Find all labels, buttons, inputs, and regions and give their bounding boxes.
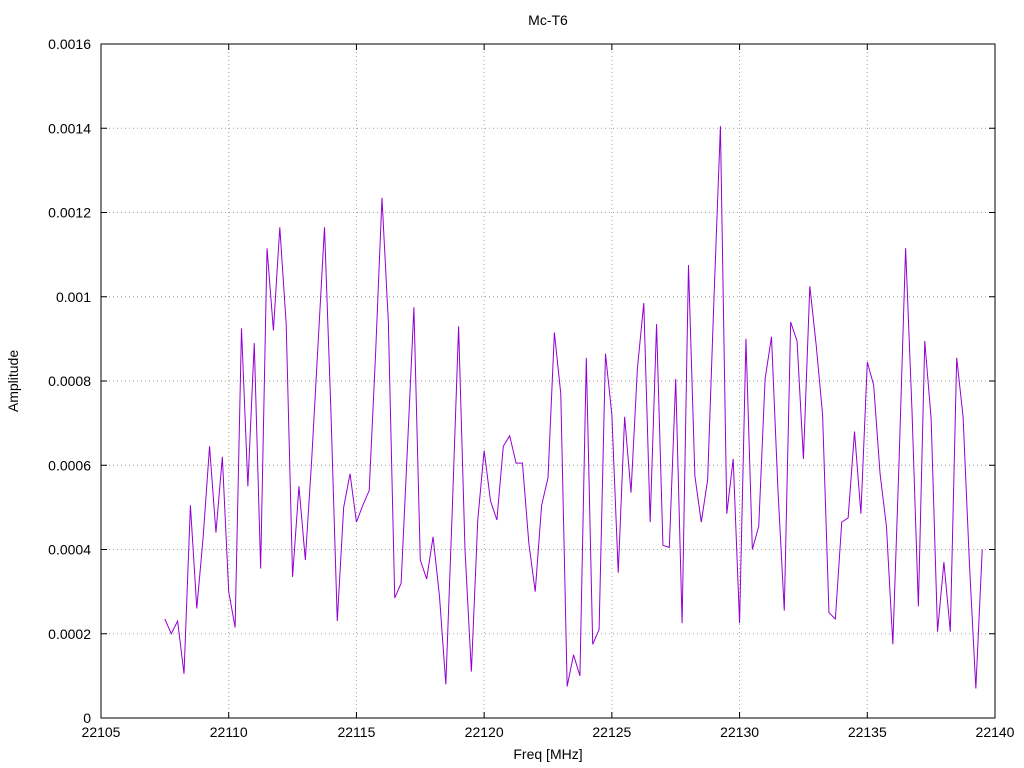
x-tick-label: 22135 (848, 724, 887, 740)
x-tick-label: 22115 (337, 724, 375, 740)
y-tick-label: 0.0012 (48, 205, 91, 221)
x-tick-label: 22130 (720, 724, 759, 740)
series-line (164, 126, 983, 689)
y-axis-label: Amplitude (5, 350, 21, 412)
x-axis-label: Freq [MHz] (513, 746, 582, 762)
y-tick-label: 0.0008 (48, 373, 91, 389)
y-tick-label: 0.0014 (48, 120, 91, 136)
y-tick-label: 0.0002 (48, 626, 91, 642)
x-tick-label: 22125 (592, 724, 631, 740)
x-tick-label: 22120 (465, 724, 504, 740)
chart: 22105 22110 22115 22120 22125 22130 22135 22140… (5, 12, 1015, 762)
x-tick-label: 22105 (82, 724, 121, 740)
chart-title: Mc-T6 (528, 12, 568, 28)
y-tick-label: 0.0006 (48, 457, 91, 473)
x-tick-labels: 22105 22110 22115 22120 22125 22130 22135 22140 (82, 724, 1015, 740)
y-tick-label: 0.0016 (48, 36, 91, 52)
y-tick-label: 0 (83, 710, 91, 726)
y-tick-labels: 0 0.0002 0.0004 0.0006 0.0008 0.001 0.0012 0.00… (48, 36, 91, 726)
x-tick-label: 22110 (210, 724, 248, 740)
y-tick-label: 0.001 (56, 289, 91, 305)
y-tick-label: 0.0004 (48, 542, 91, 558)
x-tick-label: 22140 (976, 724, 1015, 740)
